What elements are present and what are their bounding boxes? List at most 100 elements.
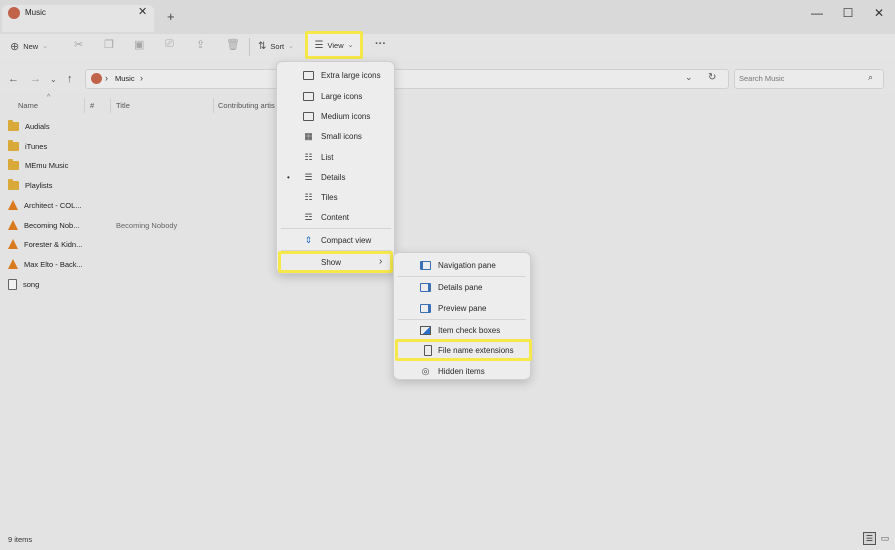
file-name: Audials bbox=[25, 121, 50, 131]
rename-icon[interactable]: ⎚ bbox=[165, 38, 174, 51]
list-item-file[interactable]: song bbox=[8, 274, 39, 294]
menu-separator bbox=[281, 228, 391, 229]
breadcrumb-music[interactable]: Music bbox=[115, 74, 135, 83]
breadcrumb-separator[interactable]: › bbox=[140, 73, 143, 83]
column-divider[interactable] bbox=[213, 98, 214, 113]
breadcrumb-separator: › bbox=[105, 73, 108, 83]
share-icon[interactable]: ⇪ bbox=[196, 38, 205, 51]
forward-arrow-icon[interactable]: → bbox=[30, 73, 41, 85]
refresh-icon[interactable]: ↻ bbox=[708, 72, 716, 83]
music-folder-icon bbox=[91, 73, 102, 84]
details-icon: ☰ bbox=[304, 171, 313, 182]
file-title: Becoming Nobody bbox=[116, 221, 178, 230]
menu-item-label: Item check boxes bbox=[438, 325, 501, 335]
sort-button[interactable]: ⇅ Sort ⌄ bbox=[258, 38, 294, 54]
new-button[interactable]: ⊕ New ⌄ bbox=[10, 38, 48, 54]
chevron-down-icon: ⌄ bbox=[347, 42, 354, 49]
search-placeholder: Search Music bbox=[739, 74, 785, 83]
music-icon bbox=[8, 7, 20, 19]
column-divider[interactable] bbox=[84, 98, 85, 113]
view-button-label: View bbox=[327, 40, 344, 50]
file-name: iTunes bbox=[25, 141, 48, 151]
plus-circle-icon: ⊕ bbox=[10, 40, 20, 53]
list-item-media[interactable]: Forester & Kidn... bbox=[8, 234, 82, 254]
folder-icon bbox=[8, 119, 19, 131]
paste-icon[interactable]: ▣ bbox=[134, 38, 144, 51]
status-bar bbox=[0, 530, 895, 550]
menu-item-label: Medium icons bbox=[321, 111, 371, 121]
view-menu: Extra large icons Large icons Medium ico… bbox=[276, 61, 395, 274]
menu-item-small-icons[interactable]: ▦ Small icons bbox=[303, 126, 362, 146]
more-options-button[interactable]: ··· bbox=[375, 38, 386, 50]
list-item-media[interactable]: Becoming Nob... bbox=[8, 215, 79, 235]
menu-item-label: Navigation pane bbox=[438, 260, 496, 270]
folder-icon bbox=[8, 178, 19, 190]
selected-bullet-icon: • bbox=[287, 172, 290, 182]
tab-close-icon[interactable]: ✕ bbox=[138, 5, 147, 18]
menu-item-details-pane[interactable]: Details pane bbox=[420, 277, 482, 297]
search-icon[interactable]: ⌕ bbox=[868, 72, 873, 83]
list-item-media[interactable]: Max Elto - Back... bbox=[8, 254, 83, 274]
monitor-icon bbox=[303, 70, 314, 80]
file-explorer-window: Music ✕ + — ☐ ✕ ⊕ New ⌄ ✂ ❐ ▣ ⎚ ⇪ 🗑︎ ⇅ S… bbox=[0, 0, 895, 550]
column-header-title[interactable]: Title bbox=[116, 101, 130, 110]
view-button[interactable]: ☰ View ⌄ bbox=[305, 31, 363, 59]
menu-item-label: Details bbox=[321, 172, 346, 182]
navigation-pane-icon bbox=[420, 260, 431, 270]
checkbox-icon bbox=[420, 325, 431, 335]
delete-icon[interactable]: 🗑︎ bbox=[226, 38, 240, 51]
file-name: Playlists bbox=[25, 180, 53, 190]
menu-item-tiles[interactable]: ☷ Tiles bbox=[303, 187, 338, 207]
menu-item-large-icons[interactable]: Large icons bbox=[303, 86, 362, 106]
menu-item-hidden-items[interactable]: ◎ Hidden items bbox=[420, 361, 485, 381]
list-item-folder[interactable]: Audials bbox=[8, 116, 50, 136]
menu-item-list[interactable]: ☷ List bbox=[303, 147, 333, 167]
menu-item-item-check-boxes[interactable]: Item check boxes bbox=[420, 320, 500, 340]
maximize-button[interactable]: ☐ bbox=[833, 4, 863, 22]
list-item-media[interactable]: Architect - COL... bbox=[8, 195, 82, 215]
address-bar[interactable] bbox=[85, 69, 729, 89]
file-icon bbox=[424, 345, 432, 356]
menu-item-extra-large-icons[interactable]: Extra large icons bbox=[303, 65, 381, 85]
list-item-folder[interactable]: MEmu Music bbox=[8, 155, 68, 175]
cut-icon[interactable]: ✂ bbox=[74, 38, 83, 51]
column-header-name[interactable]: Name bbox=[18, 101, 38, 110]
menu-item-label: Small icons bbox=[321, 131, 362, 141]
chevron-down-icon: ⌄ bbox=[42, 43, 49, 50]
column-header-contributing-artists[interactable]: Contributing artis bbox=[218, 101, 275, 110]
details-pane-icon bbox=[420, 282, 431, 292]
menu-item-medium-icons[interactable]: Medium icons bbox=[303, 106, 370, 126]
new-tab-button[interactable]: + bbox=[167, 9, 175, 24]
minimize-button[interactable]: — bbox=[802, 4, 832, 22]
menu-item-show[interactable]: Show › bbox=[278, 251, 393, 273]
menu-item-preview-pane[interactable]: Preview pane bbox=[420, 298, 486, 318]
compact-icon: ⇕ bbox=[304, 234, 313, 245]
menu-item-navigation-pane[interactable]: Navigation pane bbox=[420, 255, 496, 275]
back-arrow-icon[interactable]: ← bbox=[8, 73, 19, 85]
details-view-toggle-icon[interactable]: ☰ bbox=[863, 532, 876, 545]
column-header-number[interactable]: # bbox=[90, 101, 94, 110]
menu-item-label: Large icons bbox=[321, 91, 363, 101]
list-item-folder[interactable]: Playlists bbox=[8, 175, 53, 195]
vlc-cone-icon bbox=[8, 259, 18, 269]
recent-chevron-icon[interactable]: ⌄ bbox=[50, 75, 57, 84]
menu-item-compact-view[interactable]: ⇕ Compact view bbox=[303, 230, 372, 250]
up-arrow-icon[interactable]: ↑ bbox=[67, 73, 73, 85]
list-item-folder[interactable]: iTunes bbox=[8, 136, 47, 156]
vlc-cone-icon bbox=[8, 220, 18, 230]
close-button[interactable]: ✕ bbox=[864, 4, 894, 22]
file-name: Forester & Kidn... bbox=[24, 239, 83, 249]
menu-item-file-name-extensions[interactable]: File name extensions bbox=[395, 339, 532, 361]
tiles-view-toggle-icon[interactable]: ▭ bbox=[879, 532, 891, 545]
content-icon: ☲ bbox=[304, 211, 313, 222]
eye-icon: ◎ bbox=[421, 365, 430, 376]
menu-item-details[interactable]: • ☰ Details bbox=[287, 167, 345, 187]
sort-button-label: Sort bbox=[270, 41, 285, 51]
copy-icon[interactable]: ❐ bbox=[104, 38, 114, 51]
view-lines-icon: ☰ bbox=[314, 39, 324, 51]
menu-item-content[interactable]: ☲ Content bbox=[303, 207, 349, 227]
address-dropdown-icon[interactable]: ⌄ bbox=[685, 72, 693, 83]
menu-item-label: Tiles bbox=[321, 192, 338, 202]
column-divider[interactable] bbox=[110, 98, 111, 113]
new-button-label: New bbox=[23, 41, 39, 51]
